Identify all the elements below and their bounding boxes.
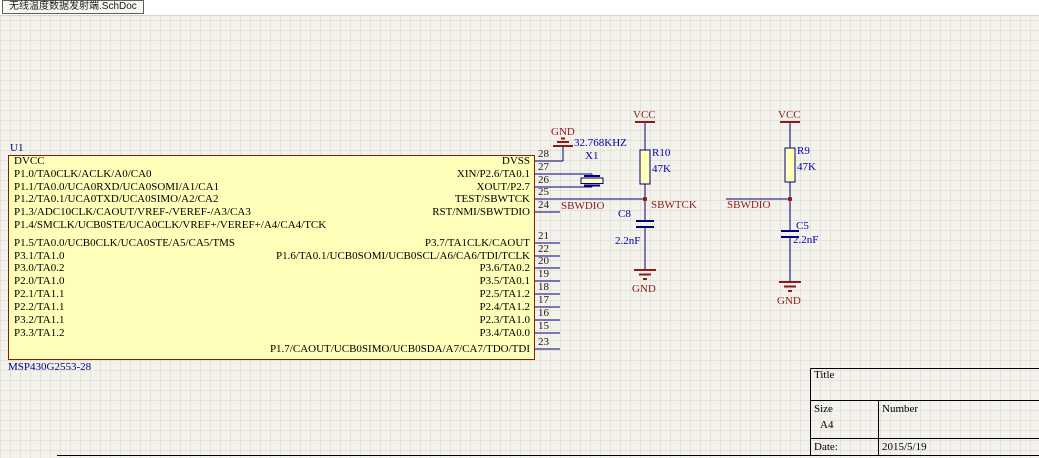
title-block-number-label: Number: [882, 403, 918, 415]
net-label-sbwtck[interactable]: SBWTCK: [651, 199, 697, 211]
capacitor-c8-designator: C8: [618, 208, 631, 220]
capacitor-c5-value: 2.2nF: [793, 234, 818, 246]
pin-name-right: P3.7/TA1CLK/CAOUT: [205, 237, 530, 249]
pin-name-right: P1.6/TA0.1/UCB0SOMI/UCB0SCL/A6/CA6/TDI/T…: [205, 250, 530, 262]
title-block-title-label: Title: [814, 369, 834, 381]
resistor-r9-value: 47K: [797, 161, 816, 173]
capacitor-c8-value: 2.2nF: [615, 235, 640, 247]
pin-number: 26: [538, 174, 560, 186]
title-block-size-value: A4: [820, 419, 833, 431]
capacitor-c5-designator: C5: [796, 220, 809, 232]
gnd-power-port-label: GND: [551, 126, 575, 138]
pin-name-right: P2.5/TA1.2: [205, 288, 530, 300]
pin-name-right: P2.4/TA1.2: [205, 301, 530, 313]
pin-name-right: P3.6/TA0.2: [205, 262, 530, 274]
resistor-r9-designator: R9: [797, 145, 810, 157]
pin-name-right: XOUT/P2.7: [205, 181, 530, 193]
resistor-r10-value: 47K: [652, 163, 671, 175]
pin-name-right: P3.5/TA0.1: [205, 275, 530, 287]
gnd-power-port-label: GND: [632, 283, 656, 295]
pin-name-right: TEST/SBWTCK: [205, 193, 530, 205]
pin-number: 27: [538, 161, 560, 173]
pin-number: 19: [538, 268, 560, 280]
pin-number: 20: [538, 255, 560, 267]
net-label-sbwdio[interactable]: SBWDIO: [727, 199, 770, 211]
pin-number: 18: [538, 281, 560, 293]
pin-number: 23: [538, 336, 560, 348]
designator-u1: U1: [10, 142, 23, 154]
crystal-value: 32.768KHZ: [574, 137, 627, 149]
net-label-sbwdio[interactable]: SBWDIO: [561, 200, 604, 212]
capacitor-c8-symbol[interactable]: [636, 221, 654, 227]
pin-number: 16: [538, 307, 560, 319]
pin-name-right: RST/NMI/SBWTDIO: [205, 206, 530, 218]
resistor-r9-symbol[interactable]: [785, 148, 795, 182]
pin-name-right: P2.3/TA1.0: [205, 314, 530, 326]
part-number-label: MSP430G2553-28: [8, 361, 91, 373]
pin-number: 22: [538, 243, 560, 255]
document-tab-bar: [0, 0, 1039, 16]
vcc-power-port-label: VCC: [778, 109, 801, 121]
pin-name-right: DVSS: [205, 155, 530, 167]
pin-number: 25: [538, 186, 560, 198]
gnd-power-port-label: GND: [777, 295, 801, 307]
pin-number: 21: [538, 230, 560, 242]
title-block-date-label: Date:: [814, 441, 838, 453]
pin-name-right: P3.4/TA0.0: [205, 327, 530, 339]
title-block-date-value: 2015/5/19: [882, 441, 927, 453]
pin-name-right: P1.7/CAOUT/UCB0SIMO/UCB0SDA/A7/CA7/TDO/T…: [205, 343, 530, 355]
schematic-editor: 无线温度数据发射端.SchDoc: [0, 0, 1039, 458]
title-block-size-label: Size: [814, 403, 833, 415]
pin-number: 15: [538, 320, 560, 332]
document-tab[interactable]: 无线温度数据发射端.SchDoc: [2, 0, 144, 14]
crystal-designator: X1: [585, 150, 598, 162]
vcc-power-port-label: VCC: [633, 109, 656, 121]
pin-name-right: XIN/P2.6/TA0.1: [205, 168, 530, 180]
pin-number: 28: [538, 148, 560, 160]
pin-number: 17: [538, 294, 560, 306]
resistor-r10-designator: R10: [652, 147, 670, 159]
resistor-r10-symbol[interactable]: [640, 150, 650, 184]
crystal-x1-symbol[interactable]: [581, 176, 603, 186]
pin-name-left: P1.4/SMCLK/UCB0STE/UCA0CLK/VREF+/VEREF+/…: [14, 219, 444, 231]
pin-number: 24: [538, 199, 560, 211]
